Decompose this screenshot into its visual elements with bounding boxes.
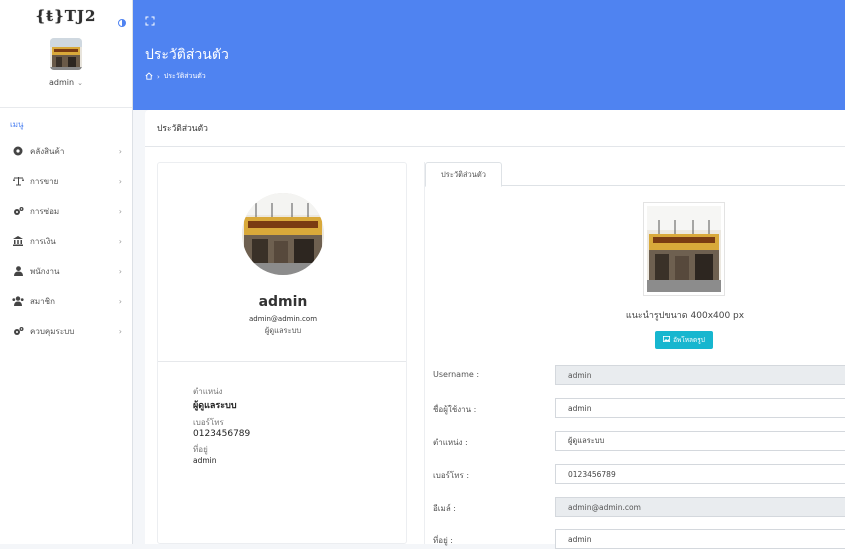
divider: [158, 361, 406, 362]
page-title: ประวัติส่วนตัว: [145, 47, 229, 63]
address-label: ที่อยู่: [193, 445, 208, 454]
email-input[interactable]: [555, 497, 845, 517]
upload-photo-button[interactable]: อัพโหลดรูป: [655, 331, 713, 349]
sidebar-item-repair[interactable]: การซ่อม ›: [0, 196, 132, 226]
card-title: ประวัติส่วนตัว: [145, 110, 845, 147]
profile-name: admin: [258, 294, 308, 310]
sidebar-toggle-icon[interactable]: [118, 12, 126, 27]
profile-panel: admin admin@admin.com ผู้ดูแลระบบ ตำแหน่…: [157, 162, 407, 544]
form-row-phone: เบอร์โทร :: [433, 464, 845, 484]
gears-icon: [12, 205, 24, 217]
chevron-right-icon: ›: [118, 206, 122, 216]
avatar: [242, 193, 324, 275]
position-label: ตำแหน่ง: [193, 387, 223, 396]
address-input[interactable]: [555, 529, 845, 549]
gears-icon: [12, 325, 24, 337]
username-input[interactable]: [555, 365, 845, 385]
profile-email: admin@admin.com: [248, 315, 318, 323]
image-icon: [663, 336, 671, 344]
form-row-address: ที่อยู่ :: [433, 529, 845, 549]
breadcrumb: › ประวัติส่วนตัว: [145, 71, 845, 82]
photo-size-hint: แนะนำรูปขนาด 400x400 px: [625, 311, 745, 321]
username-label: Username :: [433, 370, 480, 379]
sidebar-profile: admin ⌄: [0, 32, 132, 108]
sidebar-item-employees[interactable]: พนักงาน ›: [0, 256, 132, 286]
user-photo[interactable]: [50, 38, 82, 70]
brand[interactable]: {ŧ}TJ2: [0, 0, 132, 32]
tab-profile[interactable]: ประวัติส่วนตัว: [425, 162, 502, 187]
sidebar-item-label: การเงิน: [30, 236, 56, 246]
display-name-input[interactable]: [555, 398, 845, 418]
form-row-username: Username :: [433, 365, 845, 385]
email-field-label: อีเมล์ :: [433, 504, 456, 513]
position-input[interactable]: [555, 431, 845, 451]
sidebar-item-system-control[interactable]: ควบคุมระบบ ›: [0, 316, 132, 346]
profile-info: ตำแหน่ง ผู้ดูแลระบบ เบอร์โทร 0123456789 …: [193, 383, 393, 469]
phone-value: 0123456789: [193, 429, 251, 439]
chevron-right-icon: ›: [118, 326, 122, 336]
position-field-label: ตำแหน่ง :: [433, 438, 468, 447]
topbar: [118, 0, 845, 32]
page-header: ประวัติส่วนตัว › ประวัติส่วนตัว: [133, 32, 845, 110]
sidebar: {ŧ}TJ2 admin ⌄ เมนู คลังสินค้า › การขาย …: [0, 0, 133, 544]
chevron-right-icon: ›: [118, 146, 122, 156]
address-field-label: ที่อยู่ :: [433, 536, 454, 545]
phone-input[interactable]: [555, 464, 845, 484]
chevron-right-icon: ›: [118, 176, 122, 186]
upload-photo-label: อัพโหลดรูป: [673, 337, 705, 344]
tab-bar: ประวัติส่วนตัว: [425, 162, 845, 187]
phone-label: เบอร์โทร: [193, 418, 224, 427]
chevron-right-icon: ›: [118, 296, 122, 306]
sidebar-item-finance[interactable]: การเงิน ›: [0, 226, 132, 256]
display-name-label: ชื่อผู้ใช้งาน :: [433, 405, 477, 414]
sidebar-item-label: ควบคุมระบบ: [30, 326, 75, 336]
sidebar-item-warehouse[interactable]: คลังสินค้า ›: [0, 136, 132, 166]
chevron-right-icon: ›: [118, 266, 122, 276]
fullscreen-icon[interactable]: [145, 11, 155, 26]
position-value: ผู้ดูแลระบบ: [193, 401, 237, 411]
phone-field-label: เบอร์โทร :: [433, 471, 470, 480]
breadcrumb-current: ประวัติส่วนตัว: [163, 72, 206, 80]
home-icon[interactable]: [145, 71, 153, 82]
chevron-down-icon: ⌄: [77, 79, 83, 87]
sidebar-item-members[interactable]: สมาชิก ›: [0, 286, 132, 316]
bank-icon: [12, 235, 24, 247]
user-icon: [12, 265, 24, 277]
username-label: admin: [49, 78, 75, 87]
app-logo: {ŧ}TJ2: [35, 7, 97, 25]
chevron-right-icon: ›: [118, 236, 122, 246]
profile-role: ผู้ดูแลระบบ: [264, 326, 302, 335]
scale-icon: [12, 175, 24, 187]
sidebar-item-label: คลังสินค้า: [30, 146, 65, 156]
form-row-position: ตำแหน่ง :: [433, 431, 845, 451]
sidebar-item-sales[interactable]: การขาย ›: [0, 166, 132, 196]
sidebar-item-label: การซ่อม: [30, 206, 60, 216]
main-card: ประวัติส่วนตัว admin admin@admin.com ผู้: [145, 110, 845, 549]
menu-heading: เมนู: [10, 120, 24, 129]
warehouse-icon: [12, 145, 24, 157]
users-icon: [12, 295, 24, 307]
form-row-display-name: ชื่อผู้ใช้งาน :: [433, 398, 845, 418]
profile-form-panel: ประวัติส่วนตัว แนะนำรูปขนาด 400x400 px อ…: [424, 162, 845, 549]
breadcrumb-separator: ›: [157, 72, 160, 81]
sidebar-item-label: สมาชิก: [30, 296, 55, 306]
sidebar-item-label: การขาย: [30, 176, 59, 186]
form-row-email: อีเมล์ :: [433, 497, 845, 517]
user-menu[interactable]: admin ⌄: [49, 78, 83, 87]
profile-photo-preview: [643, 202, 725, 296]
sidebar-item-label: พนักงาน: [30, 266, 60, 276]
address-value: admin: [193, 456, 217, 465]
